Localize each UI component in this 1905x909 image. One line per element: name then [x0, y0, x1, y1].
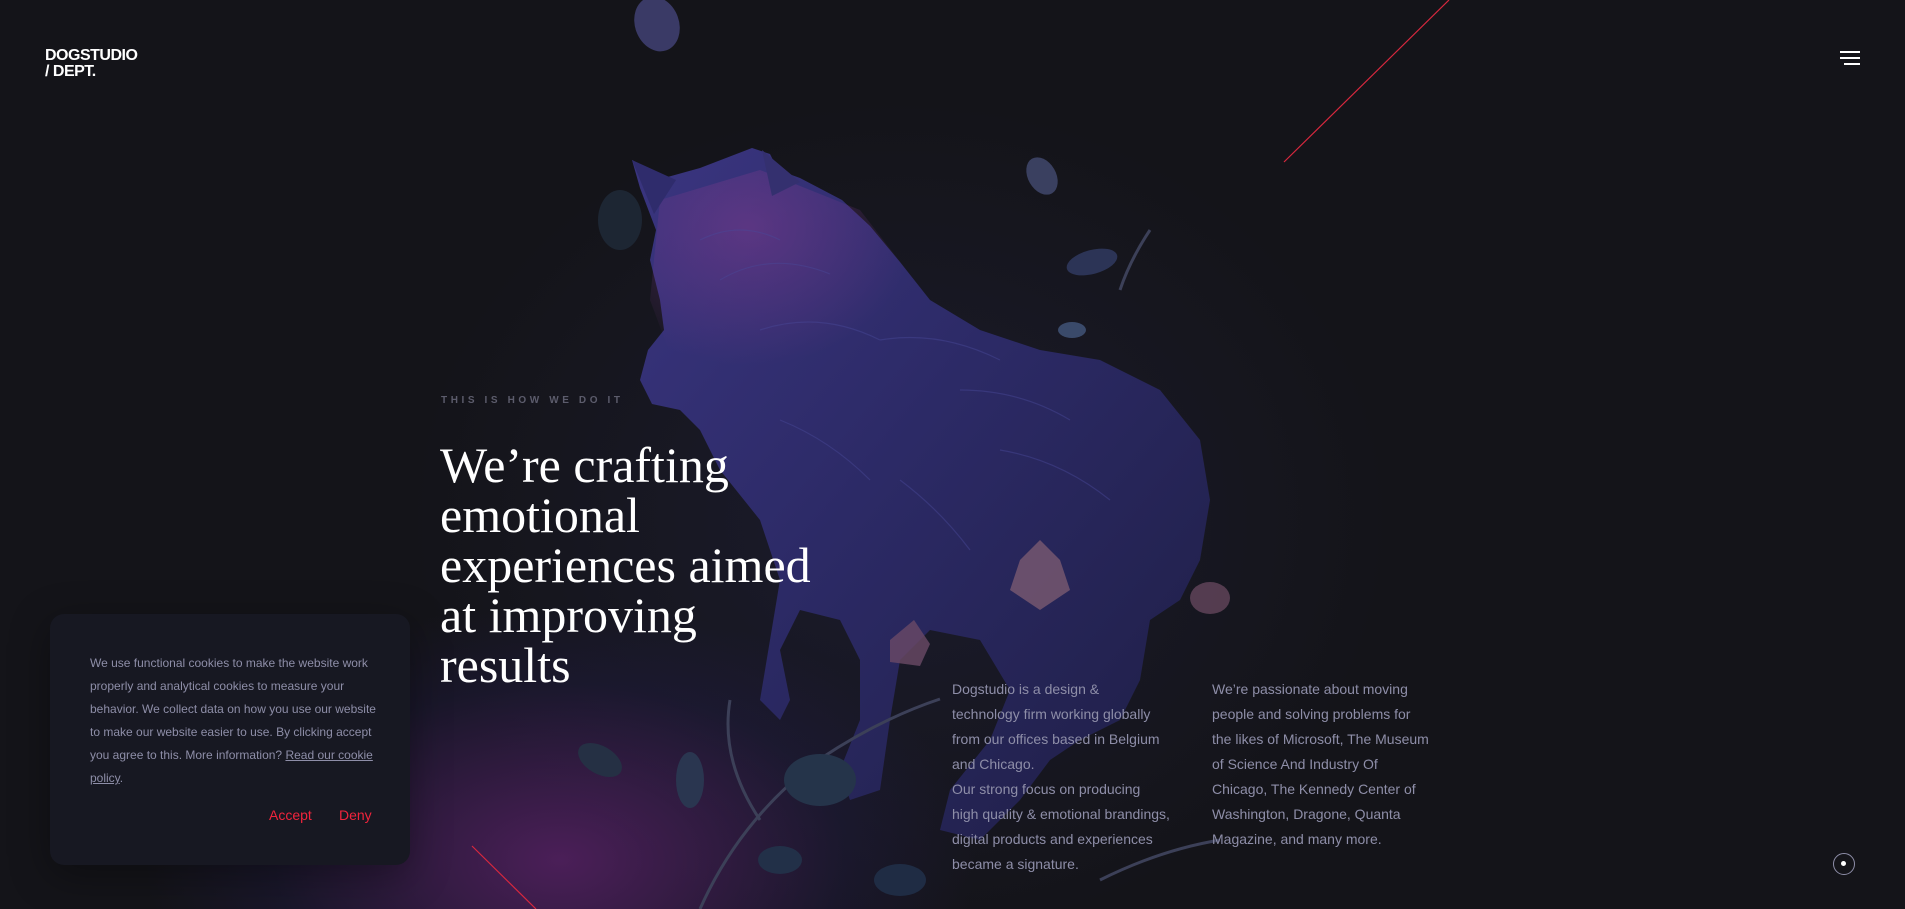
headline-line: emotional [440, 487, 640, 543]
headline-line: We’re crafting [440, 437, 729, 493]
about-column-right: We’re passionate about moving people and… [1212, 677, 1432, 852]
cookie-link-suffix: . [119, 771, 124, 785]
about-paragraph: Dogstudio is a design & technology firm … [952, 681, 1160, 772]
logo-line-1: DOGSTUDIO [45, 47, 138, 64]
wolf-sheen [650, 170, 930, 400]
accept-button[interactable]: Accept [269, 807, 312, 823]
accent-line-bottom [471, 845, 537, 909]
menu-line-3 [1844, 63, 1860, 65]
about-paragraph: Our strong focus on producing high quali… [952, 781, 1170, 872]
menu-line-1 [1840, 51, 1860, 53]
headline-line: results [440, 637, 571, 693]
logo-line-2: / DEPT. [45, 63, 96, 80]
scroll-indicator-dot [1841, 861, 1846, 866]
logo[interactable]: DOGSTUDIO / DEPT. [45, 47, 138, 80]
hamburger-menu-icon[interactable] [1840, 51, 1860, 67]
cookie-text-block: We use functional cookies to make the we… [90, 652, 380, 790]
hero-headline: We’re crafting emotional experiences aim… [440, 440, 860, 690]
scroll-indicator-icon[interactable] [1833, 853, 1855, 875]
headline-line: at improving [440, 587, 697, 643]
hero-eyebrow: THIS IS HOW WE DO IT [441, 395, 624, 406]
page: DOGSTUDIO / DEPT. THIS IS HOW WE DO IT W… [0, 0, 1905, 909]
deny-button[interactable]: Deny [339, 807, 372, 823]
accent-line-top [1283, 0, 1450, 163]
cookie-banner: We use functional cookies to make the we… [50, 614, 410, 865]
cookie-message: We use functional cookies to make the we… [90, 656, 376, 762]
menu-line-2 [1840, 57, 1860, 59]
headline-line: experiences aimed [440, 537, 811, 593]
about-paragraph: We’re passionate about moving people and… [1212, 681, 1429, 847]
about-column-left: Dogstudio is a design & technology firm … [952, 677, 1170, 877]
